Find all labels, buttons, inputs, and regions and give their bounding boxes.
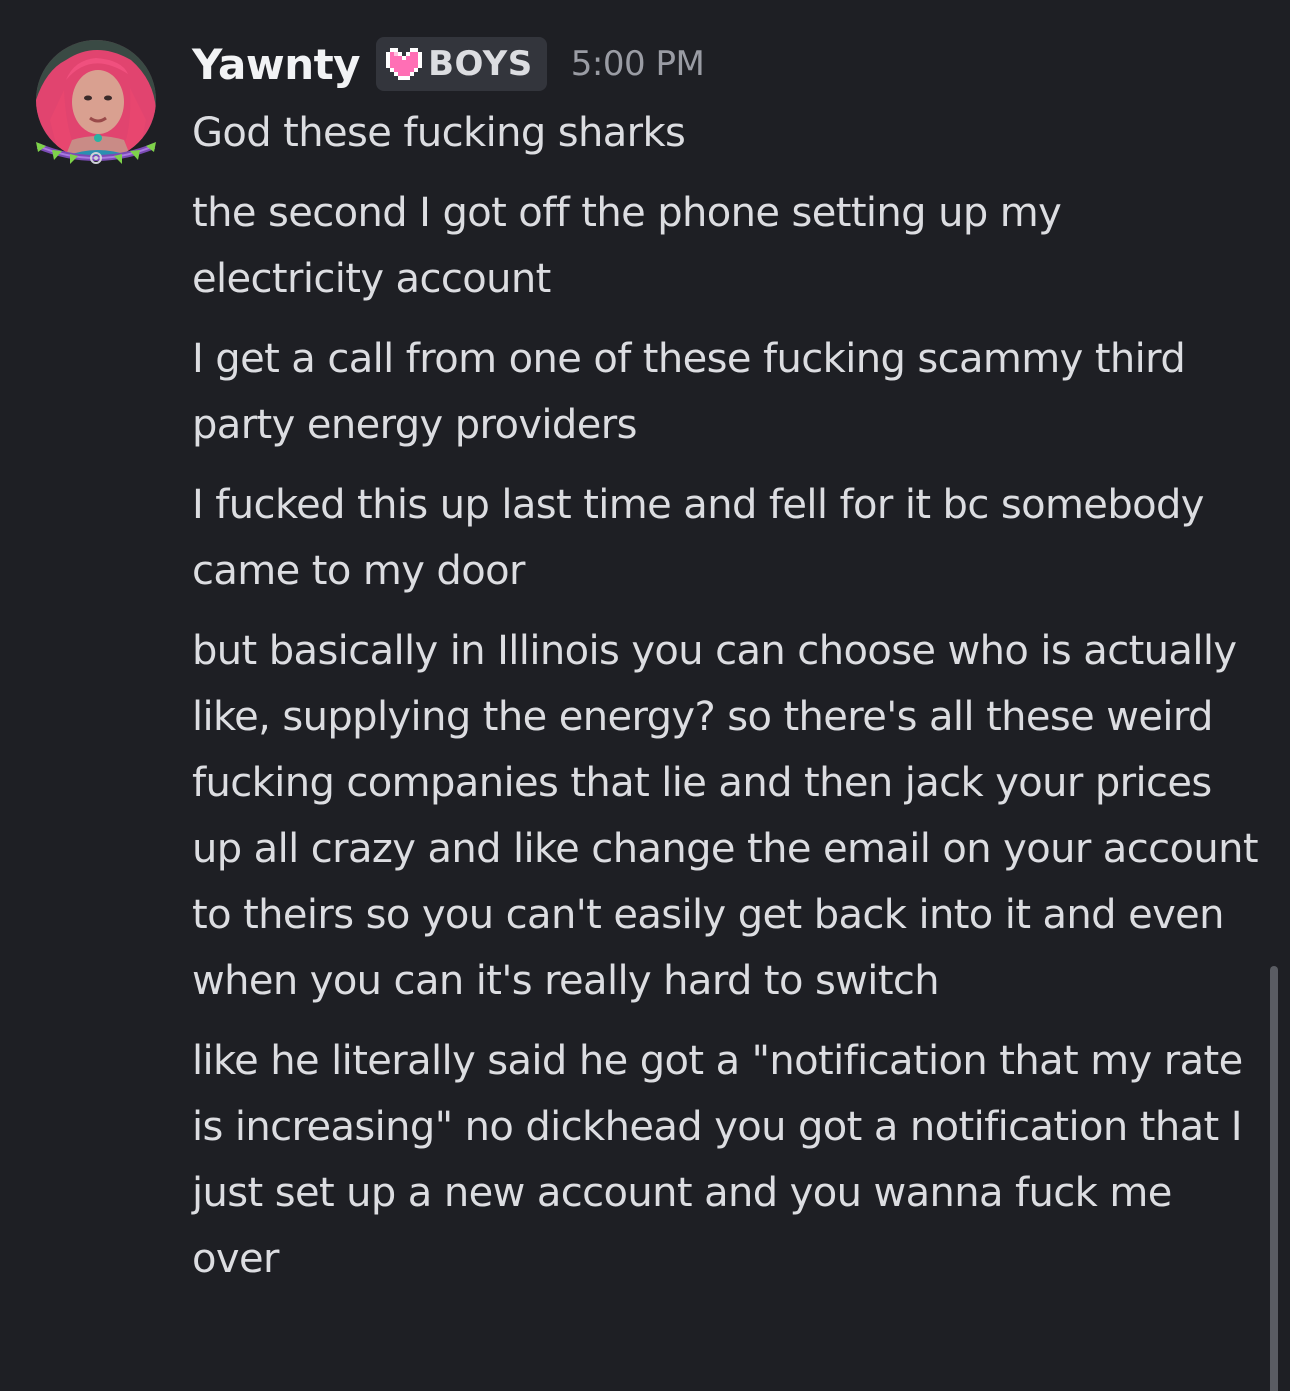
avatar-decoration-icon xyxy=(36,142,156,164)
message-text: I fucked this up last time and fell for … xyxy=(192,482,1204,594)
message-text: God these fucking sharks xyxy=(192,110,686,156)
server-tag[interactable]: BOYS xyxy=(376,37,547,91)
message-group: Yawnty BOYS 5:00 PM God these fucking sh… xyxy=(0,0,1290,1391)
avatar[interactable] xyxy=(30,36,162,168)
timestamp[interactable]: 5:00 PM xyxy=(571,44,705,84)
message-header: Yawnty BOYS 5:00 PM xyxy=(192,34,705,94)
message-list: God these fucking sharks the second I go… xyxy=(192,100,1262,1306)
scrollbar-thumb[interactable] xyxy=(1270,966,1278,1391)
message-text: like he literally said he got a "notific… xyxy=(192,1038,1243,1282)
message-text: I get a call from one of these fucking s… xyxy=(192,336,1186,448)
message-text: but basically in Illinois you can choose… xyxy=(192,628,1259,1004)
pink-pixel-heart-icon xyxy=(386,48,423,80)
message-text: the second I got off the phone setting u… xyxy=(192,190,1062,302)
server-tag-label: BOYS xyxy=(428,44,533,84)
username[interactable]: Yawnty xyxy=(192,40,361,89)
